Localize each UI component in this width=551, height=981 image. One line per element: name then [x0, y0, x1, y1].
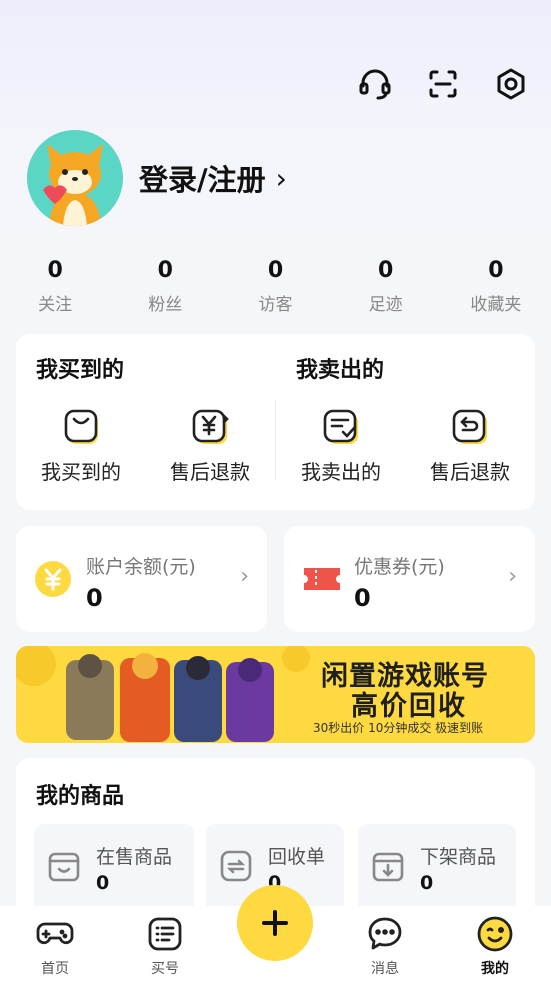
- delisted-count: 0: [420, 872, 434, 894]
- recycle-label: 回收单: [268, 846, 326, 868]
- bought-refund-button[interactable]: 售后退款: [145, 406, 275, 485]
- login-register-link[interactable]: 登录/注册 ›: [139, 157, 287, 199]
- stat-value: 0: [267, 258, 284, 283]
- archive-down-icon: [370, 848, 406, 884]
- publish-plus-button[interactable]: [237, 885, 313, 961]
- header-actions: [357, 66, 529, 102]
- goods-title: 我的商品: [36, 784, 125, 809]
- smiley-face-icon: [475, 914, 515, 954]
- stat-visitors[interactable]: 0 访客: [220, 258, 330, 315]
- yuan-coin-icon: [34, 560, 72, 598]
- bought-orders-button[interactable]: 我买到的: [16, 406, 146, 485]
- stat-fans[interactable]: 0 粉丝: [110, 258, 220, 315]
- chevron-right-icon: ›: [508, 564, 517, 589]
- sold-refund-label: 售后退款: [430, 460, 510, 484]
- stat-value: 0: [47, 258, 63, 283]
- sold-list-icon: [321, 406, 361, 446]
- balance-label: 账户余额(元): [86, 556, 196, 578]
- stat-value: 0: [157, 258, 173, 283]
- return-icon: [450, 406, 490, 446]
- bought-refund-label: 售后退款: [170, 460, 250, 484]
- coupon-value: 0: [354, 584, 371, 612]
- coupon-label: 优惠券(元): [354, 556, 445, 578]
- headset-icon[interactable]: [357, 66, 393, 102]
- tab-mine-label: 我的: [481, 961, 509, 977]
- delisted-label: 下架商品: [420, 846, 497, 868]
- avatar[interactable]: [27, 130, 123, 226]
- profile-header: 登录/注册 ›: [27, 130, 287, 226]
- stat-label: 访客: [258, 295, 293, 315]
- game-characters-image: [16, 646, 310, 742]
- tab-messages-label: 消息: [371, 961, 399, 977]
- orders-card: 我买到的 我买到的 售后退款 我卖出的 我卖出的 售后退款: [16, 334, 535, 510]
- balance-card[interactable]: 账户余额(元) 0 ›: [16, 526, 267, 632]
- game-account-recycle-banner[interactable]: 闲置游戏账号 高价回收 30秒出价 10分钟成交 极速到账: [16, 646, 535, 743]
- delisted-goods-tile[interactable]: 下架商品 0: [358, 824, 516, 914]
- stat-value: 0: [378, 258, 394, 283]
- yuan-refund-icon: [190, 406, 230, 446]
- tab-messages[interactable]: 消息: [345, 914, 425, 978]
- on-sale-label: 在售商品: [96, 846, 173, 868]
- stat-label: 收藏夹: [470, 295, 522, 315]
- sold-title: 我卖出的: [296, 358, 385, 383]
- box-icon: [46, 848, 82, 884]
- stat-label: 粉丝: [148, 295, 183, 315]
- tab-home-label: 首页: [41, 961, 69, 977]
- list-icon: [145, 914, 185, 954]
- tab-home[interactable]: 首页: [15, 914, 95, 978]
- gamepad-icon: [35, 914, 75, 954]
- settings-icon[interactable]: [493, 66, 529, 102]
- plus-icon: [262, 910, 288, 936]
- bought-title: 我买到的: [36, 358, 125, 383]
- tab-buy-label: 买号: [151, 961, 179, 977]
- stat-favorites[interactable]: 0 收藏夹: [441, 258, 551, 315]
- stat-label: 关注: [38, 295, 73, 315]
- chevron-right-icon: ›: [240, 564, 249, 589]
- stat-label: 足迹: [368, 295, 403, 315]
- sold-refund-button[interactable]: 售后退款: [405, 406, 535, 485]
- chevron-right-icon: ›: [275, 161, 287, 195]
- coupon-icon: [302, 560, 340, 598]
- bought-orders-label: 我买到的: [41, 460, 121, 484]
- banner-subtitle: 高价回收: [351, 691, 467, 722]
- on-sale-goods-tile[interactable]: 在售商品 0: [34, 824, 194, 914]
- sold-section: 我卖出的 我卖出的 售后退款: [276, 334, 535, 510]
- login-label: 登录/注册: [139, 163, 266, 197]
- bought-section: 我买到的 我买到的 售后退款: [16, 334, 275, 510]
- chat-bubble-icon: [365, 914, 405, 954]
- recycle-icon: [218, 848, 254, 884]
- coupon-card[interactable]: 优惠券(元) 0 ›: [284, 526, 535, 632]
- stat-value: 0: [488, 258, 504, 283]
- stats-row: 0 关注 0 粉丝 0 访客 0 足迹 0 收藏夹: [0, 258, 551, 315]
- tab-mine[interactable]: 我的: [455, 914, 535, 978]
- sold-orders-label: 我卖出的: [301, 460, 381, 484]
- sold-orders-button[interactable]: 我卖出的: [276, 406, 406, 485]
- scan-icon[interactable]: [425, 66, 461, 102]
- stat-footprints[interactable]: 0 足迹: [331, 258, 441, 315]
- shopping-bag-icon: [61, 406, 101, 446]
- tab-buy-account[interactable]: 买号: [125, 914, 205, 978]
- balance-value: 0: [86, 584, 103, 612]
- stat-following[interactable]: 0 关注: [0, 258, 110, 315]
- banner-caption: 30秒出价 10分钟成交 极速到账: [313, 721, 484, 735]
- on-sale-count: 0: [96, 872, 110, 894]
